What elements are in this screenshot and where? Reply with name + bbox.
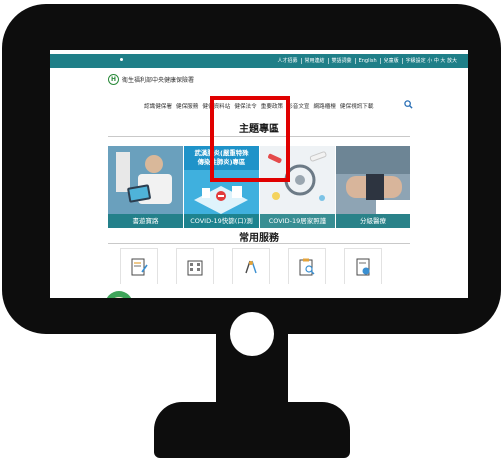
search-icon[interactable] [404, 100, 413, 109]
top-link-common[interactable]: 常用連結 [300, 58, 328, 64]
top-link-glossary[interactable]: 雙語詞彙 [327, 58, 355, 64]
quick-link-3[interactable] [232, 248, 270, 284]
nav-item-media[interactable]: 影音文宣 [287, 102, 309, 110]
monitor-frame: 人才招募 常用連結 雙語詞彙 English 兒童版 字級設定 小 中 大 放大… [2, 4, 501, 334]
top-links: 人才招募 常用連結 雙語詞彙 English 兒童版 字級設定 小 中 大 放大 [275, 54, 460, 68]
nav-item-services[interactable]: 健保服務 [176, 102, 198, 110]
blood-pressure-illustration [336, 146, 410, 214]
monitor-base [154, 402, 350, 458]
tile-caption: 書遊寶路 [108, 214, 183, 228]
file-info-icon [356, 258, 370, 275]
medical-tools-icon [245, 260, 257, 273]
building-icon [187, 260, 203, 275]
quick-link-1[interactable] [120, 248, 158, 284]
nav-item-online-counter[interactable]: 網路櫃檯 [314, 102, 336, 110]
quick-links-section-title: 常用服務 [239, 233, 279, 244]
top-utility-bar: 人才招募 常用連結 雙語詞彙 English 兒童版 字級設定 小 中 大 放大 [50, 54, 468, 68]
nav-item-downloads[interactable]: 健保視訊下載 [340, 102, 374, 110]
top-link-english[interactable]: English [354, 58, 380, 64]
tile-caption: COVID-19快篩(口)測 [184, 214, 259, 228]
tile-book-tour[interactable]: 書遊寶路 [108, 146, 183, 228]
mascot-avatar-icon[interactable] [104, 290, 134, 298]
top-link-font-size[interactable]: 字級設定 小 中 大 放大 [401, 58, 460, 64]
site-name: 衛生福利部中央健康保險署 [122, 77, 195, 84]
document-edit-icon [131, 258, 148, 275]
tile-caption: 分級醫療 [336, 214, 410, 228]
quick-link-5[interactable] [344, 248, 382, 284]
divider [108, 243, 410, 244]
quick-link-4[interactable] [288, 248, 326, 284]
quick-link-2[interactable] [176, 248, 214, 284]
tile-caption: COVID-19居家照護 [260, 214, 335, 228]
nhi-logo-icon: H [108, 74, 119, 85]
nav-item-about[interactable]: 認識健保署 [144, 102, 172, 110]
power-button-icon [230, 312, 274, 356]
accessibility-dot-icon [120, 58, 123, 61]
highlight-box [210, 96, 290, 182]
doctor-tablet-illustration [108, 146, 183, 214]
top-link-careers[interactable]: 人才招募 [275, 58, 301, 64]
tile-tiered-care[interactable]: 分級醫療 [336, 146, 410, 228]
clipboard-search-icon [299, 258, 315, 275]
top-link-kids[interactable]: 兒童版 [379, 58, 402, 64]
site-logo[interactable]: H 衛生福利部中央健康保險署 [108, 74, 194, 85]
